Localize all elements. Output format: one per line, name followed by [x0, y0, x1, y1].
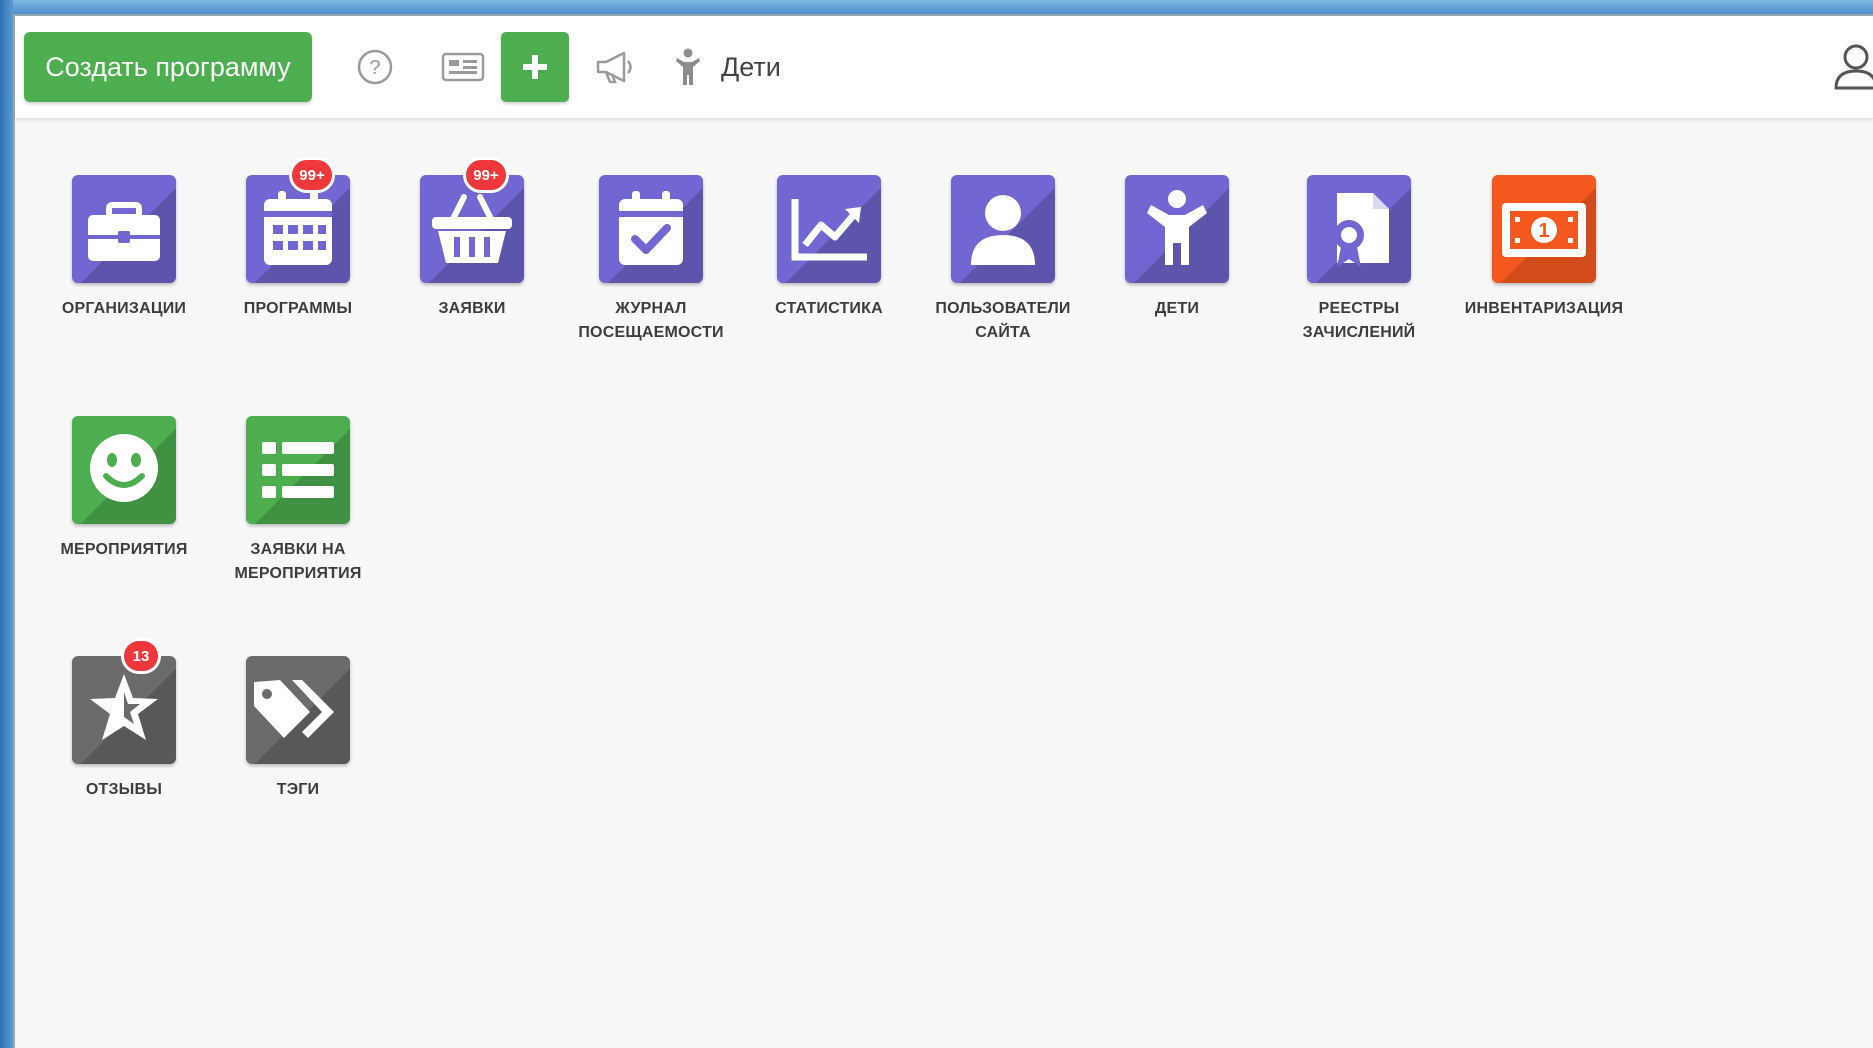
tile-label: ПРОГРАММЫ [243, 300, 353, 317]
tile-label: РЕЕСТРЫ ЗАЧИСЛЕНИЙ [1302, 300, 1416, 341]
applications-badge: 99+ [463, 157, 509, 193]
tile-box [72, 416, 176, 524]
child-icon [676, 48, 700, 85]
tile-box [246, 416, 350, 524]
tile-tags[interactable]: ТЭГИ [211, 656, 385, 802]
tile-organizations[interactable]: ОРГАНИЗАЦИИ [37, 175, 211, 321]
tile-inventory[interactable]: 1 ИНВЕНТАРИЗАЦИЯ [1457, 175, 1631, 321]
tile-attendance-journal[interactable]: ЖУРНАЛ ПОСЕЩАЕМОСТИ [564, 175, 738, 345]
tile-label: ЗАЯВКИ [438, 300, 506, 317]
tile-box [420, 175, 524, 283]
tile-enrollment-registers[interactable]: РЕЕСТРЫ ЗАЧИСЛЕНИЙ [1272, 175, 1446, 345]
tile-box [599, 175, 703, 283]
star-icon [90, 674, 158, 740]
top-toolbar: Создать программу ? Дети [15, 16, 1873, 119]
user-icon [971, 195, 1035, 265]
calendar-icon [264, 191, 332, 265]
tile-reviews[interactable]: 13 ОТЗЫВЫ [37, 638, 211, 802]
add-button[interactable] [501, 32, 569, 102]
help-icon[interactable]: ? [348, 40, 402, 94]
child-icon [1147, 190, 1207, 265]
tile-box: 1 [1492, 175, 1596, 283]
tile-label: СТАТИСТИКА [775, 300, 883, 317]
children-link[interactable]: Дети [675, 40, 781, 94]
window-frame-left [0, 0, 13, 1048]
tile-site-users[interactable]: ПОЛЬЗОВАТЕЛИ САЙТА [916, 175, 1090, 345]
tile-applications[interactable]: 99+ ЗАЯВКИ [385, 157, 559, 321]
tile-box [777, 175, 881, 283]
smile-icon [90, 434, 158, 502]
tile-label: ЖУРНАЛ ПОСЕЩАЕМОСТИ [578, 300, 724, 341]
tile-label: ОРГАНИЗАЦИИ [61, 300, 187, 317]
programs-badge: 99+ [289, 157, 335, 193]
briefcase-icon [88, 202, 160, 261]
reviews-badge: 13 [121, 638, 161, 674]
window-frame-top [0, 0, 1873, 14]
tile-programs[interactable]: 99+ ПРОГРАММЫ [211, 157, 385, 321]
tile-box [246, 175, 350, 283]
tile-label: ТЭГИ [276, 781, 320, 798]
tile-label: ПОЛЬЗОВАТЕЛИ САЙТА [935, 300, 1071, 341]
user-profile-icon[interactable] [1833, 42, 1873, 94]
tile-children[interactable]: ДЕТИ [1090, 175, 1264, 321]
tile-label: МЕРОПРИЯТИЯ [60, 541, 188, 558]
tile-box [1125, 175, 1229, 283]
tile-box [72, 656, 176, 764]
list-icon [262, 442, 334, 498]
tile-events[interactable]: МЕРОПРИЯТИЯ [37, 416, 211, 562]
tags-icon [254, 680, 334, 738]
tile-box [246, 656, 350, 764]
tile-event-applications[interactable]: ЗАЯВКИ НА МЕРОПРИЯТИЯ [211, 416, 385, 586]
megaphone-icon[interactable] [588, 40, 642, 94]
tile-box [1307, 175, 1411, 283]
id-card-icon[interactable] [435, 40, 491, 94]
basket-icon [432, 194, 512, 263]
certificate-icon [1334, 193, 1389, 267]
create-program-button[interactable]: Создать программу [24, 32, 312, 102]
tile-statistics[interactable]: СТАТИСТИКА [742, 175, 916, 321]
app-window: Создать программу ? Дети ОРГАНИЗАЦИИ 99+… [13, 14, 1873, 1048]
calendar-check-icon [619, 191, 683, 265]
plus-icon [523, 55, 547, 79]
chart-icon [791, 199, 867, 261]
children-label: Дети [721, 51, 781, 82]
tile-label: ОТЗЫВЫ [85, 781, 163, 798]
svg-text:1: 1 [1538, 220, 1549, 242]
tile-label: ЗАЯВКИ НА МЕРОПРИЯТИЯ [234, 541, 362, 582]
tile-box [951, 175, 1055, 283]
tile-box [72, 175, 176, 283]
banknote-icon: 1 [1502, 203, 1586, 257]
tile-label: ИНВЕНТАРИЗАЦИЯ [1464, 300, 1624, 317]
tile-label: ДЕТИ [1154, 300, 1200, 317]
svg-text:?: ? [369, 57, 380, 79]
